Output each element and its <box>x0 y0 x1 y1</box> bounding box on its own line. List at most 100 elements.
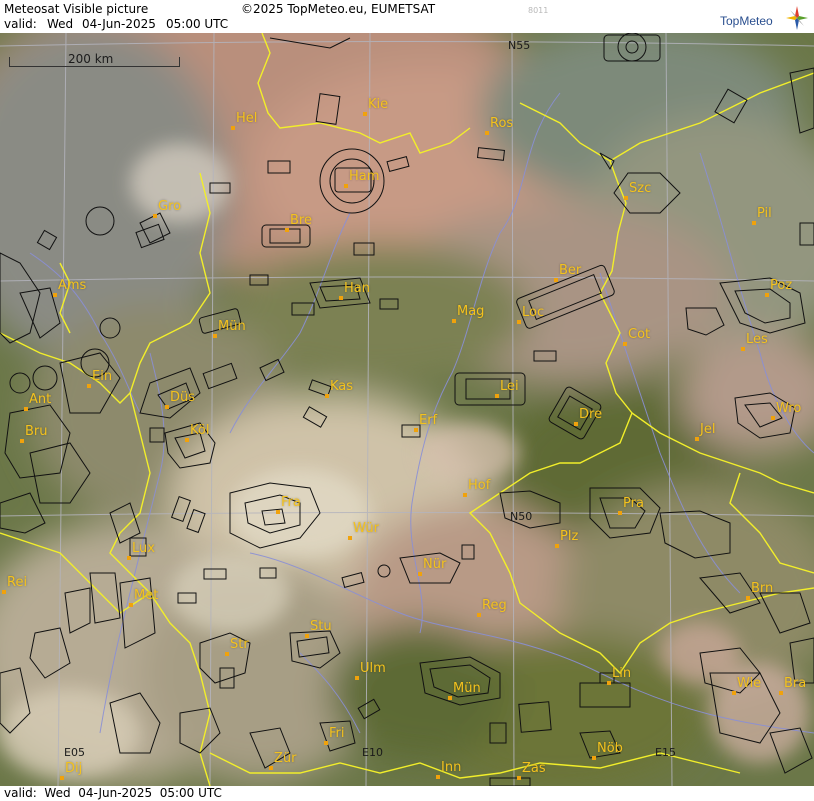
city-label-inn[interactable]: Inn <box>441 761 461 775</box>
city-label-dij[interactable]: Dij <box>65 762 82 776</box>
city-dot-kie <box>363 112 367 116</box>
city-label-zur[interactable]: Zür <box>274 752 297 766</box>
city-label-dre[interactable]: Dre <box>579 408 602 422</box>
city-label-wie[interactable]: Wie <box>737 677 761 691</box>
city-label-ams[interactable]: Ams <box>58 279 86 293</box>
valid-time: 05:00 UTC <box>166 17 229 31</box>
grid-label-e15: E15 <box>655 746 676 759</box>
topmeteo-logo[interactable]: TopMeteo <box>720 6 810 30</box>
city-label-poz[interactable]: Poz <box>770 279 792 293</box>
city-dot-wur <box>348 536 352 540</box>
city-dot-dij <box>60 776 64 780</box>
scale-bar <box>9 66 180 67</box>
city-label-mag[interactable]: Mag <box>457 305 484 319</box>
city-dot-plz <box>555 544 559 548</box>
city-dot-wro <box>771 416 775 420</box>
city-label-les[interactable]: Les <box>746 333 768 347</box>
city-label-jel[interactable]: Jel <box>700 423 715 437</box>
city-dot-fra <box>276 510 280 514</box>
city-label-ham[interactable]: Ham <box>349 170 379 184</box>
city-dot-les <box>741 347 745 351</box>
city-dot-dre <box>574 422 578 426</box>
city-dot-erf <box>414 428 418 432</box>
city-dot-pra <box>618 511 622 515</box>
footer-bar: valid: Wed 04-Jun-2025 05:00 UTC <box>0 786 814 801</box>
city-dot-fri <box>324 741 328 745</box>
city-dot-kas <box>325 394 329 398</box>
city-label-met[interactable]: Met <box>134 589 158 603</box>
city-label-fra[interactable]: Fra <box>281 496 301 510</box>
valid-day: Wed <box>47 17 74 31</box>
city-label-wro[interactable]: Wro <box>776 402 801 416</box>
city-label-cot[interactable]: Cot <box>628 328 650 342</box>
scale-bar-label: 200 km <box>68 52 114 66</box>
city-label-brn[interactable]: Brn <box>751 582 773 596</box>
city-label-kie[interactable]: Kie <box>368 98 388 112</box>
city-label-lin[interactable]: Lin <box>612 667 631 681</box>
compass-star-icon <box>786 6 808 30</box>
city-label-szc[interactable]: Szc <box>629 182 651 196</box>
city-dot-mun <box>213 334 217 338</box>
city-dot-bre-bremen <box>285 228 289 232</box>
city-label-dus[interactable]: Düs <box>170 391 195 405</box>
city-dot-gro <box>153 214 157 218</box>
city-label-ros[interactable]: Ros <box>490 117 513 131</box>
city-label-loc[interactable]: Loc <box>522 306 544 320</box>
image-code: 8011 <box>528 6 549 15</box>
city-label-bra[interactable]: Bra <box>784 677 806 691</box>
city-label-nob[interactable]: Nöb <box>597 742 623 756</box>
city-label-mun[interactable]: Mün <box>218 320 246 334</box>
city-label-bre-bremen[interactable]: Bre <box>290 214 312 228</box>
city-label-han[interactable]: Han <box>344 282 370 296</box>
city-dot-inn <box>436 775 440 779</box>
city-dot-szc <box>624 196 628 200</box>
city-label-pra[interactable]: Pra <box>623 497 644 511</box>
city-label-kol[interactable]: Köl <box>190 424 209 438</box>
city-label-hof[interactable]: Hof <box>468 479 490 493</box>
city-label-ant[interactable]: Ant <box>29 393 51 407</box>
footer-valid-text: valid: Wed 04-Jun-2025 05:00 UTC <box>4 786 222 800</box>
city-label-hel[interactable]: Hel <box>236 112 257 126</box>
city-label-pil[interactable]: Pil <box>757 207 772 221</box>
city-dot-mun-munich <box>448 696 452 700</box>
satellite-map[interactable]: 200 km N55 N50 E05 E10 E15 Hel Kie Ros Ham Szc Gr… <box>0 33 814 786</box>
grid-label-e10: E10 <box>362 746 383 759</box>
valid-label: valid: <box>4 17 37 31</box>
city-dot-lei <box>495 394 499 398</box>
city-dot-ber <box>554 278 558 282</box>
city-dot-poz <box>765 293 769 297</box>
grid-label-e05: E05 <box>64 746 85 759</box>
city-label-str[interactable]: Str <box>230 638 249 652</box>
city-label-mun-munich[interactable]: Mün <box>453 682 481 696</box>
city-dot-ein <box>87 384 91 388</box>
city-label-ulm[interactable]: Ulm <box>360 662 386 676</box>
city-label-ein[interactable]: Ein <box>92 370 112 384</box>
city-label-plz[interactable]: Plz <box>560 530 578 544</box>
city-dot-ros <box>485 131 489 135</box>
city-label-ber[interactable]: Ber <box>559 264 581 278</box>
city-dot-ams <box>53 293 57 297</box>
city-label-bru[interactable]: Bru <box>25 425 48 439</box>
city-label-nur[interactable]: Nür <box>423 558 446 572</box>
city-label-reg[interactable]: Reg <box>482 599 507 613</box>
city-label-lei[interactable]: Lei <box>500 380 519 394</box>
city-label-wur[interactable]: Wür <box>353 522 379 536</box>
city-label-zas[interactable]: Zas <box>522 762 546 776</box>
city-label-gro[interactable]: Gro <box>158 200 181 214</box>
city-label-fri[interactable]: Fri <box>329 727 345 741</box>
city-label-kas[interactable]: Kas <box>330 380 353 394</box>
city-dot-bru <box>20 439 24 443</box>
city-dot-str <box>225 652 229 656</box>
city-label-rei[interactable]: Rei <box>7 576 27 590</box>
valid-date: 04-Jun-2025 <box>82 17 156 31</box>
city-dot-wie <box>732 691 736 695</box>
city-label-lux[interactable]: Lux <box>132 542 155 556</box>
city-label-stu[interactable]: Stu <box>310 620 332 634</box>
city-dot-reg <box>477 613 481 617</box>
city-label-erf[interactable]: Erf <box>419 414 437 428</box>
city-dot-rei <box>2 590 6 594</box>
city-dot-stu <box>305 634 309 638</box>
city-dot-ant <box>24 407 28 411</box>
grid-label-n55: N55 <box>508 39 531 52</box>
city-dot-mag <box>452 319 456 323</box>
